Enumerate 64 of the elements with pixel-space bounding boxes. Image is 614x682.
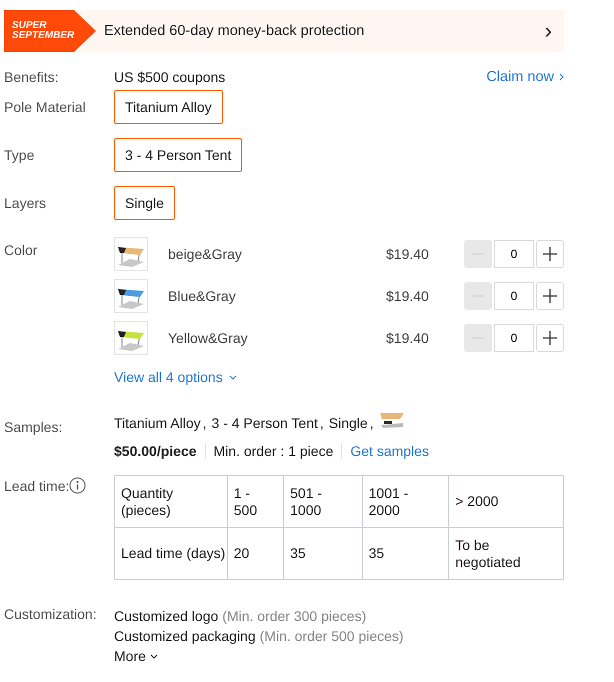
field-label: Color xyxy=(4,242,38,258)
variant-price: $19.40 xyxy=(386,330,430,346)
field-label: Benefits: xyxy=(4,69,60,85)
promo-banner[interactable]: SUPER SEPTEMBER Extended 60-day money-back protection › xyxy=(4,10,564,52)
promo-badge: SUPER SEPTEMBER xyxy=(4,10,96,52)
variant-name: beige&Gray xyxy=(168,246,243,262)
min-order-note: (Min. order 300 pieces) xyxy=(222,608,366,624)
variant-price: $19.40 xyxy=(386,246,430,262)
field-label: Samples: xyxy=(4,419,64,435)
field-label: Pole Material xyxy=(4,98,87,115)
chevron-right-icon xyxy=(559,73,564,81)
variant-name: Yellow&Gray xyxy=(168,330,249,346)
field-label: Layers xyxy=(4,194,48,211)
plus-icon xyxy=(543,289,557,303)
more-link[interactable]: More xyxy=(114,648,146,664)
claim-now-link[interactable]: Claim now xyxy=(486,69,554,85)
get-samples-link[interactable]: Get samples xyxy=(350,443,429,459)
table-cell: > 2000 xyxy=(448,476,564,528)
plus-button[interactable] xyxy=(536,324,564,352)
chevron-down-icon xyxy=(150,654,158,658)
table-cell: 35 xyxy=(284,528,362,580)
chevron-down-icon xyxy=(228,374,237,380)
table-cell: Quantity (pieces) xyxy=(114,476,228,528)
table-cell: 20 xyxy=(227,528,284,580)
field-label: Type xyxy=(4,146,36,163)
table-cell: 35 xyxy=(362,528,449,580)
comma: , xyxy=(202,415,207,431)
customization-option: Customized logo xyxy=(114,608,218,624)
coupon-text: US $500 coupons xyxy=(114,69,226,85)
tent-photo xyxy=(114,237,148,271)
variant-price: $19.40 xyxy=(386,288,430,304)
table-cell: 1001 - 2000 xyxy=(362,476,449,528)
plus-button[interactable] xyxy=(536,282,564,310)
table-cell: Lead time (days) xyxy=(114,528,228,580)
table-cell: 501 - 1000 xyxy=(284,476,362,528)
field-label: Lead time: xyxy=(4,478,70,494)
comma: , xyxy=(320,415,324,431)
min-order-note: (Min. order 500 pieces) xyxy=(260,628,404,644)
table-cell: 1 - 500 xyxy=(227,476,284,528)
info-icon xyxy=(69,477,86,494)
sample-spec: 3 - 4 Person Tent xyxy=(212,415,318,431)
option-chip[interactable]: Single xyxy=(114,186,175,220)
customization-option: Customized packaging xyxy=(114,628,256,644)
table-cell: To be negotiated xyxy=(448,528,564,580)
chevron-right-icon: › xyxy=(544,21,552,41)
promo-text: Extended 60-day money-back protection xyxy=(104,23,366,39)
variant-name: Blue&Gray xyxy=(168,288,237,304)
sample-spec: Titanium Alloy xyxy=(114,415,201,431)
plus-icon xyxy=(543,331,557,345)
plus-button[interactable] xyxy=(536,240,564,268)
tent-photo xyxy=(114,279,148,313)
option-chip[interactable]: 3 - 4 Person Tent xyxy=(114,138,242,172)
plus-icon xyxy=(543,247,557,261)
comma: , xyxy=(370,415,374,431)
quantity-field[interactable]: 0 xyxy=(494,240,534,268)
min-order-text: Min. order : 1 piece xyxy=(206,443,342,459)
quantity-field[interactable]: 0 xyxy=(494,282,534,310)
view-all-link[interactable]: View all 4 options xyxy=(114,369,223,385)
quantity-field[interactable]: 0 xyxy=(494,324,534,352)
field-label: Customization: xyxy=(4,606,98,622)
sample-price: $50.00/piece xyxy=(114,443,206,459)
tent-photo xyxy=(114,321,148,355)
option-chip[interactable]: Titanium Alloy xyxy=(114,90,223,124)
sample-spec: Single xyxy=(328,415,368,431)
